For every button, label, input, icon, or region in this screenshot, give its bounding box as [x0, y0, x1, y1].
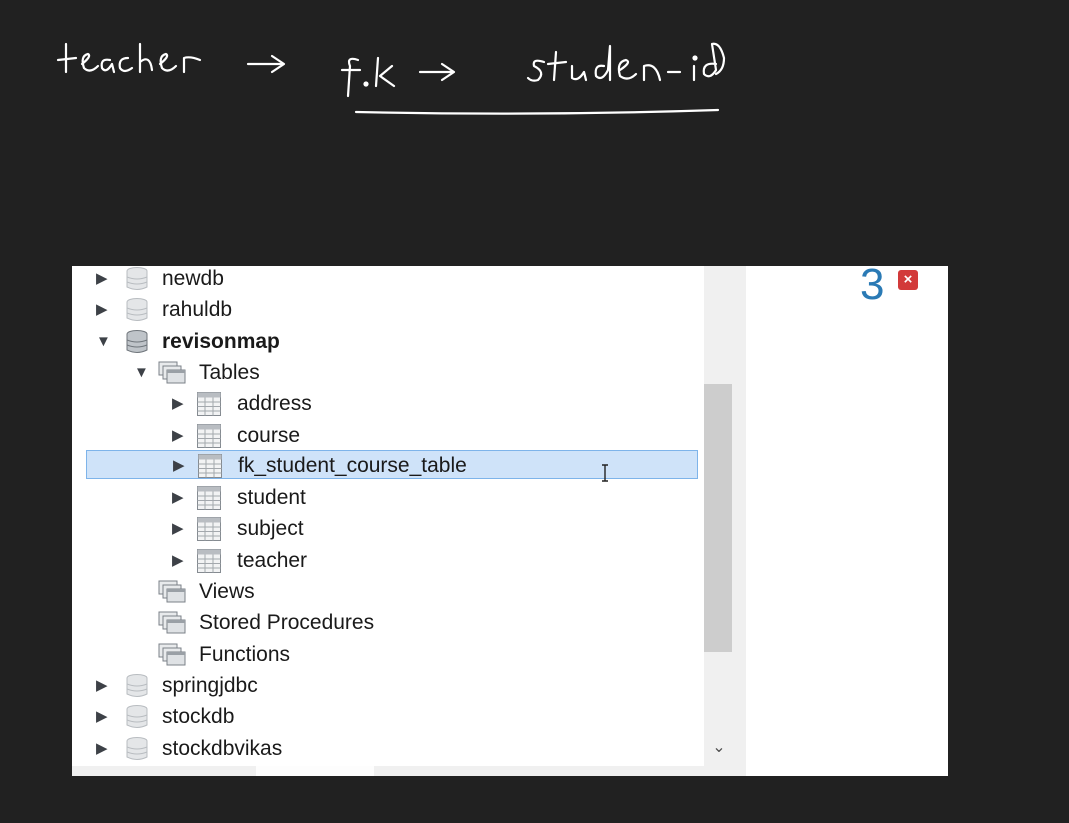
- close-icon[interactable]: ×: [898, 270, 918, 290]
- database-icon: [124, 297, 150, 328]
- scrollbar-thumb[interactable]: [704, 384, 732, 652]
- tree-item-teacher[interactable]: ▶ teacher: [72, 545, 702, 576]
- expand-right-icon[interactable]: ▶: [96, 670, 112, 701]
- tree-item-rahuldb[interactable]: ▶ rahuldb: [72, 294, 702, 325]
- expand-right-icon[interactable]: ▶: [172, 388, 188, 419]
- handwritten-annotation: [56, 42, 726, 115]
- tree-item-label: stockdbvikas: [162, 736, 283, 760]
- expand-right-icon[interactable]: ▶: [96, 294, 112, 325]
- folder-icon: [158, 360, 188, 391]
- bottom-tab-strip[interactable]: [72, 766, 732, 776]
- folder-icon: [158, 579, 188, 610]
- tree-item-label: Tables: [199, 360, 260, 384]
- database-icon: [124, 736, 150, 767]
- expand-down-icon[interactable]: ▼: [96, 326, 112, 357]
- result-area: 3 ×: [746, 266, 948, 776]
- tree-item-label: Stored Procedures: [199, 611, 375, 635]
- tree-item-label: springjdbc: [162, 673, 258, 697]
- tree-item-tables[interactable]: ▼ Tables: [72, 357, 702, 388]
- table-icon: [197, 453, 223, 484]
- expand-right-icon[interactable]: ▶: [172, 420, 188, 451]
- database-icon: [124, 704, 150, 735]
- vertical-scrollbar[interactable]: ⌄: [704, 266, 746, 776]
- tree-item-label: rahuldb: [162, 298, 233, 322]
- table-icon: [196, 391, 222, 422]
- tree-item-label: address: [237, 392, 312, 416]
- folder-icon: [158, 642, 188, 673]
- expand-down-icon[interactable]: ▼: [134, 357, 150, 388]
- database-icon: [124, 673, 150, 704]
- count-value: 3: [860, 266, 885, 309]
- tree-item-label: Functions: [199, 642, 291, 666]
- tree-item-stockdb[interactable]: ▶ stockdb: [72, 701, 702, 732]
- tree-item-subject[interactable]: ▶ subject: [72, 513, 702, 544]
- expand-right-icon[interactable]: ▶: [96, 266, 112, 294]
- schema-navigator-panel: ▶ newdb ▶ rahuldb ▼ revisonmap ▼ Tables ▶ address…: [72, 266, 948, 776]
- tree-item-functions[interactable]: Functions: [72, 639, 702, 670]
- table-icon: [196, 423, 222, 454]
- tree-item-stockdbvikas[interactable]: ▶ stockdbvikas: [72, 733, 702, 764]
- tree-item-label: course: [237, 423, 301, 447]
- tree-item-label: stockdb: [162, 705, 235, 729]
- expand-right-icon[interactable]: ▶: [172, 513, 188, 544]
- tree-item-course[interactable]: ▶ course: [72, 420, 702, 451]
- database-icon: [124, 329, 150, 360]
- tree-item-newdb[interactable]: ▶ newdb: [72, 266, 702, 294]
- tree-item-views[interactable]: Views: [72, 576, 702, 607]
- tree-item-label: fk_student_course_table: [238, 454, 467, 477]
- table-icon: [196, 485, 222, 516]
- expand-right-icon[interactable]: ▶: [172, 545, 188, 576]
- tree-item-label: subject: [237, 517, 304, 541]
- tree-item-label: Views: [199, 580, 255, 603]
- tree-item-student[interactable]: ▶ student: [72, 482, 702, 513]
- tree-item-revisonmap[interactable]: ▼ revisonmap: [72, 326, 702, 357]
- database-icon: [124, 266, 150, 297]
- scroll-down-icon[interactable]: ⌄: [706, 736, 732, 760]
- tree-item-label: revisonmap: [162, 329, 280, 353]
- tree-item-springjdbc[interactable]: ▶ springjdbc: [72, 670, 702, 701]
- expand-right-icon[interactable]: ▶: [172, 482, 188, 513]
- bottom-tab[interactable]: [256, 766, 374, 776]
- tree-item-label: student: [237, 486, 306, 510]
- expand-right-icon[interactable]: ▶: [96, 701, 112, 732]
- schema-tree: ▶ newdb ▶ rahuldb ▼ revisonmap ▼ Tables ▶ address…: [72, 266, 704, 766]
- text-cursor-icon: [602, 464, 608, 482]
- tree-item-stored-procedures[interactable]: Stored Procedures: [72, 607, 702, 638]
- tree-item-label: newdb: [162, 267, 224, 290]
- table-icon: [196, 516, 222, 547]
- tree-item-label: teacher: [237, 548, 308, 572]
- tree-item-address[interactable]: ▶ address: [72, 388, 702, 419]
- folder-icon: [158, 610, 188, 641]
- expand-right-icon[interactable]: ▶: [96, 733, 112, 764]
- expand-right-icon[interactable]: ▶: [173, 450, 189, 481]
- table-icon: [196, 548, 222, 579]
